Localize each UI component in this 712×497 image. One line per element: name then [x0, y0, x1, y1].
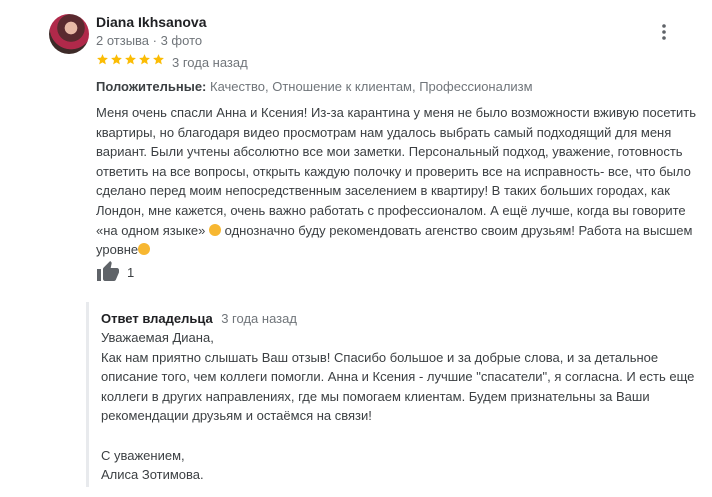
- more-options-button[interactable]: [652, 20, 676, 44]
- owner-reply: Ответ владельца 3 года назад Уважаемая Д…: [86, 302, 706, 487]
- reply-line: Алиса Зотимова.: [101, 467, 204, 483]
- review-line: Меня очень спасли Анна и Ксения! Из-за к…: [96, 105, 697, 120]
- review-line: ответить на все вопросы, открыть каждую …: [96, 163, 691, 179]
- review-line: Лондон, мне кажется, очень важно работат…: [96, 202, 686, 218]
- emoji-icon: [209, 223, 222, 236]
- reply-line: Уважаемая Диана,: [101, 330, 214, 345]
- author-name[interactable]: Diana Ikhsanova: [96, 14, 207, 30]
- reply-line: коллеги в других направлениях, где мы по…: [101, 388, 650, 404]
- positives-label: Положительные:: [96, 79, 207, 94]
- review-line: вариант. Были учтены абсолютно все мои з…: [96, 144, 683, 160]
- star-icon: [125, 54, 136, 65]
- review-line-mixed: «на одном языке» однозначно буду рекомен…: [96, 221, 696, 241]
- avatar[interactable]: [49, 14, 89, 54]
- owner-reply-label: Ответ владельца: [101, 311, 213, 326]
- star-icon: [111, 54, 122, 65]
- review-line: однозначно буду рекомендовать агенство с…: [224, 222, 693, 238]
- star-icon: [139, 54, 150, 65]
- author-meta[interactable]: 2 отзыва · 3 фото: [96, 33, 202, 48]
- review-text: Меня очень спасли Анна и Ксения! Из-за к…: [96, 103, 696, 260]
- positive-attributes: Положительные: Качество, Отношение к кли…: [96, 79, 533, 94]
- reply-line: Как нам приятно слышать Ваш отзыв! Спаси…: [101, 349, 659, 365]
- reply-line: описание того, чем коллеги помогли. Анна…: [101, 369, 695, 385]
- reply-line-blank: [101, 426, 701, 446]
- more-vert-icon: [662, 24, 666, 40]
- owner-reply-text: Уважаемая Диана, Как нам приятно слышать…: [101, 328, 701, 485]
- review-line: «на одном языке»: [96, 222, 206, 238]
- review-card: Diana Ikhsanova 2 отзыва · 3 фото 3 года…: [0, 0, 712, 497]
- reply-line: рекомендации друзьям и остаёмся на связи…: [101, 408, 372, 424]
- review-line: квартиры, но благодаря видео просмотрам …: [96, 124, 672, 140]
- review-time: 3 года назад: [172, 55, 248, 70]
- thumb-up-icon: [97, 261, 119, 281]
- star-icon: [97, 54, 108, 65]
- like-button[interactable]: [96, 260, 120, 284]
- reply-line: С уважением,: [101, 447, 185, 463]
- star-icon: [153, 54, 164, 65]
- review-line: уровне: [96, 242, 139, 258]
- star-rating: [96, 53, 165, 69]
- owner-reply-time: 3 года назад: [221, 311, 297, 326]
- emoji-icon: [138, 243, 151, 256]
- review-line-last: уровне: [96, 240, 696, 260]
- positives-items: Качество, Отношение к клиентам, Професси…: [210, 79, 533, 94]
- owner-reply-header: Ответ владельца 3 года назад: [101, 310, 297, 328]
- like-count: 1: [127, 265, 135, 280]
- review-line: сделано перед моим непосредственным засе…: [96, 183, 670, 199]
